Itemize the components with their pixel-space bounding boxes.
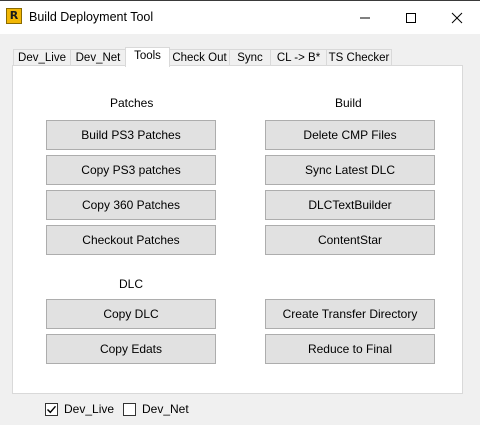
checkbox-box[interactable] (45, 403, 58, 416)
tab-sync[interactable]: Sync (229, 49, 271, 66)
minimize-button[interactable] (342, 1, 388, 34)
delete-cmp-files-button[interactable]: Delete CMP Files (265, 120, 435, 150)
tab-dev-net[interactable]: Dev_Net (70, 49, 126, 66)
copy-360-patches-button[interactable]: Copy 360 Patches (46, 190, 216, 220)
reduce-to-final-button[interactable]: Reduce to Final (265, 334, 435, 364)
copy-dlc-button[interactable]: Copy DLC (46, 299, 216, 329)
tools-panel: Patches Build PS3 Patches Copy PS3 patch… (12, 65, 463, 394)
dev-net-label: Dev_Net (142, 402, 189, 416)
patches-label: Patches (110, 96, 154, 110)
tab-ts-checker[interactable]: TS Checker (326, 49, 392, 66)
app-logo-icon: R (6, 8, 22, 24)
maximize-button[interactable] (388, 1, 434, 34)
checkmark-icon (47, 405, 57, 414)
close-button[interactable] (434, 1, 480, 34)
dev-live-label: Dev_Live (64, 402, 115, 416)
copy-edats-button[interactable]: Copy Edats (46, 334, 216, 364)
tab-tools[interactable]: Tools (125, 47, 170, 67)
app-window: R Build Deployment Tool Dev_Live Dev_Net… (0, 0, 480, 425)
checkout-patches-button[interactable]: Checkout Patches (46, 225, 216, 255)
sync-latest-dlc-button[interactable]: Sync Latest DLC (265, 155, 435, 185)
checkbox-box[interactable] (123, 403, 136, 416)
build-label: Build (335, 96, 362, 110)
dlc-label: DLC (119, 277, 144, 291)
maximize-icon (406, 13, 416, 23)
tab-cl-b[interactable]: CL -> B* (270, 49, 327, 66)
title-bar[interactable]: R Build Deployment Tool (0, 0, 480, 34)
content-star-button[interactable]: ContentStar (265, 225, 435, 255)
tab-dev-live[interactable]: Dev_Live (13, 49, 71, 66)
build-ps3-patches-button[interactable]: Build PS3 Patches (46, 120, 216, 150)
close-icon (451, 12, 463, 24)
minimize-icon (360, 17, 370, 19)
tab-check-out[interactable]: Check Out (169, 49, 230, 66)
create-transfer-directory-button[interactable]: Create Transfer Directory (265, 299, 435, 329)
dlc-text-builder-button[interactable]: DLCTextBuilder (265, 190, 435, 220)
window-title: Build Deployment Tool (29, 10, 154, 24)
copy-ps3-patches-button[interactable]: Copy PS3 patches (46, 155, 216, 185)
